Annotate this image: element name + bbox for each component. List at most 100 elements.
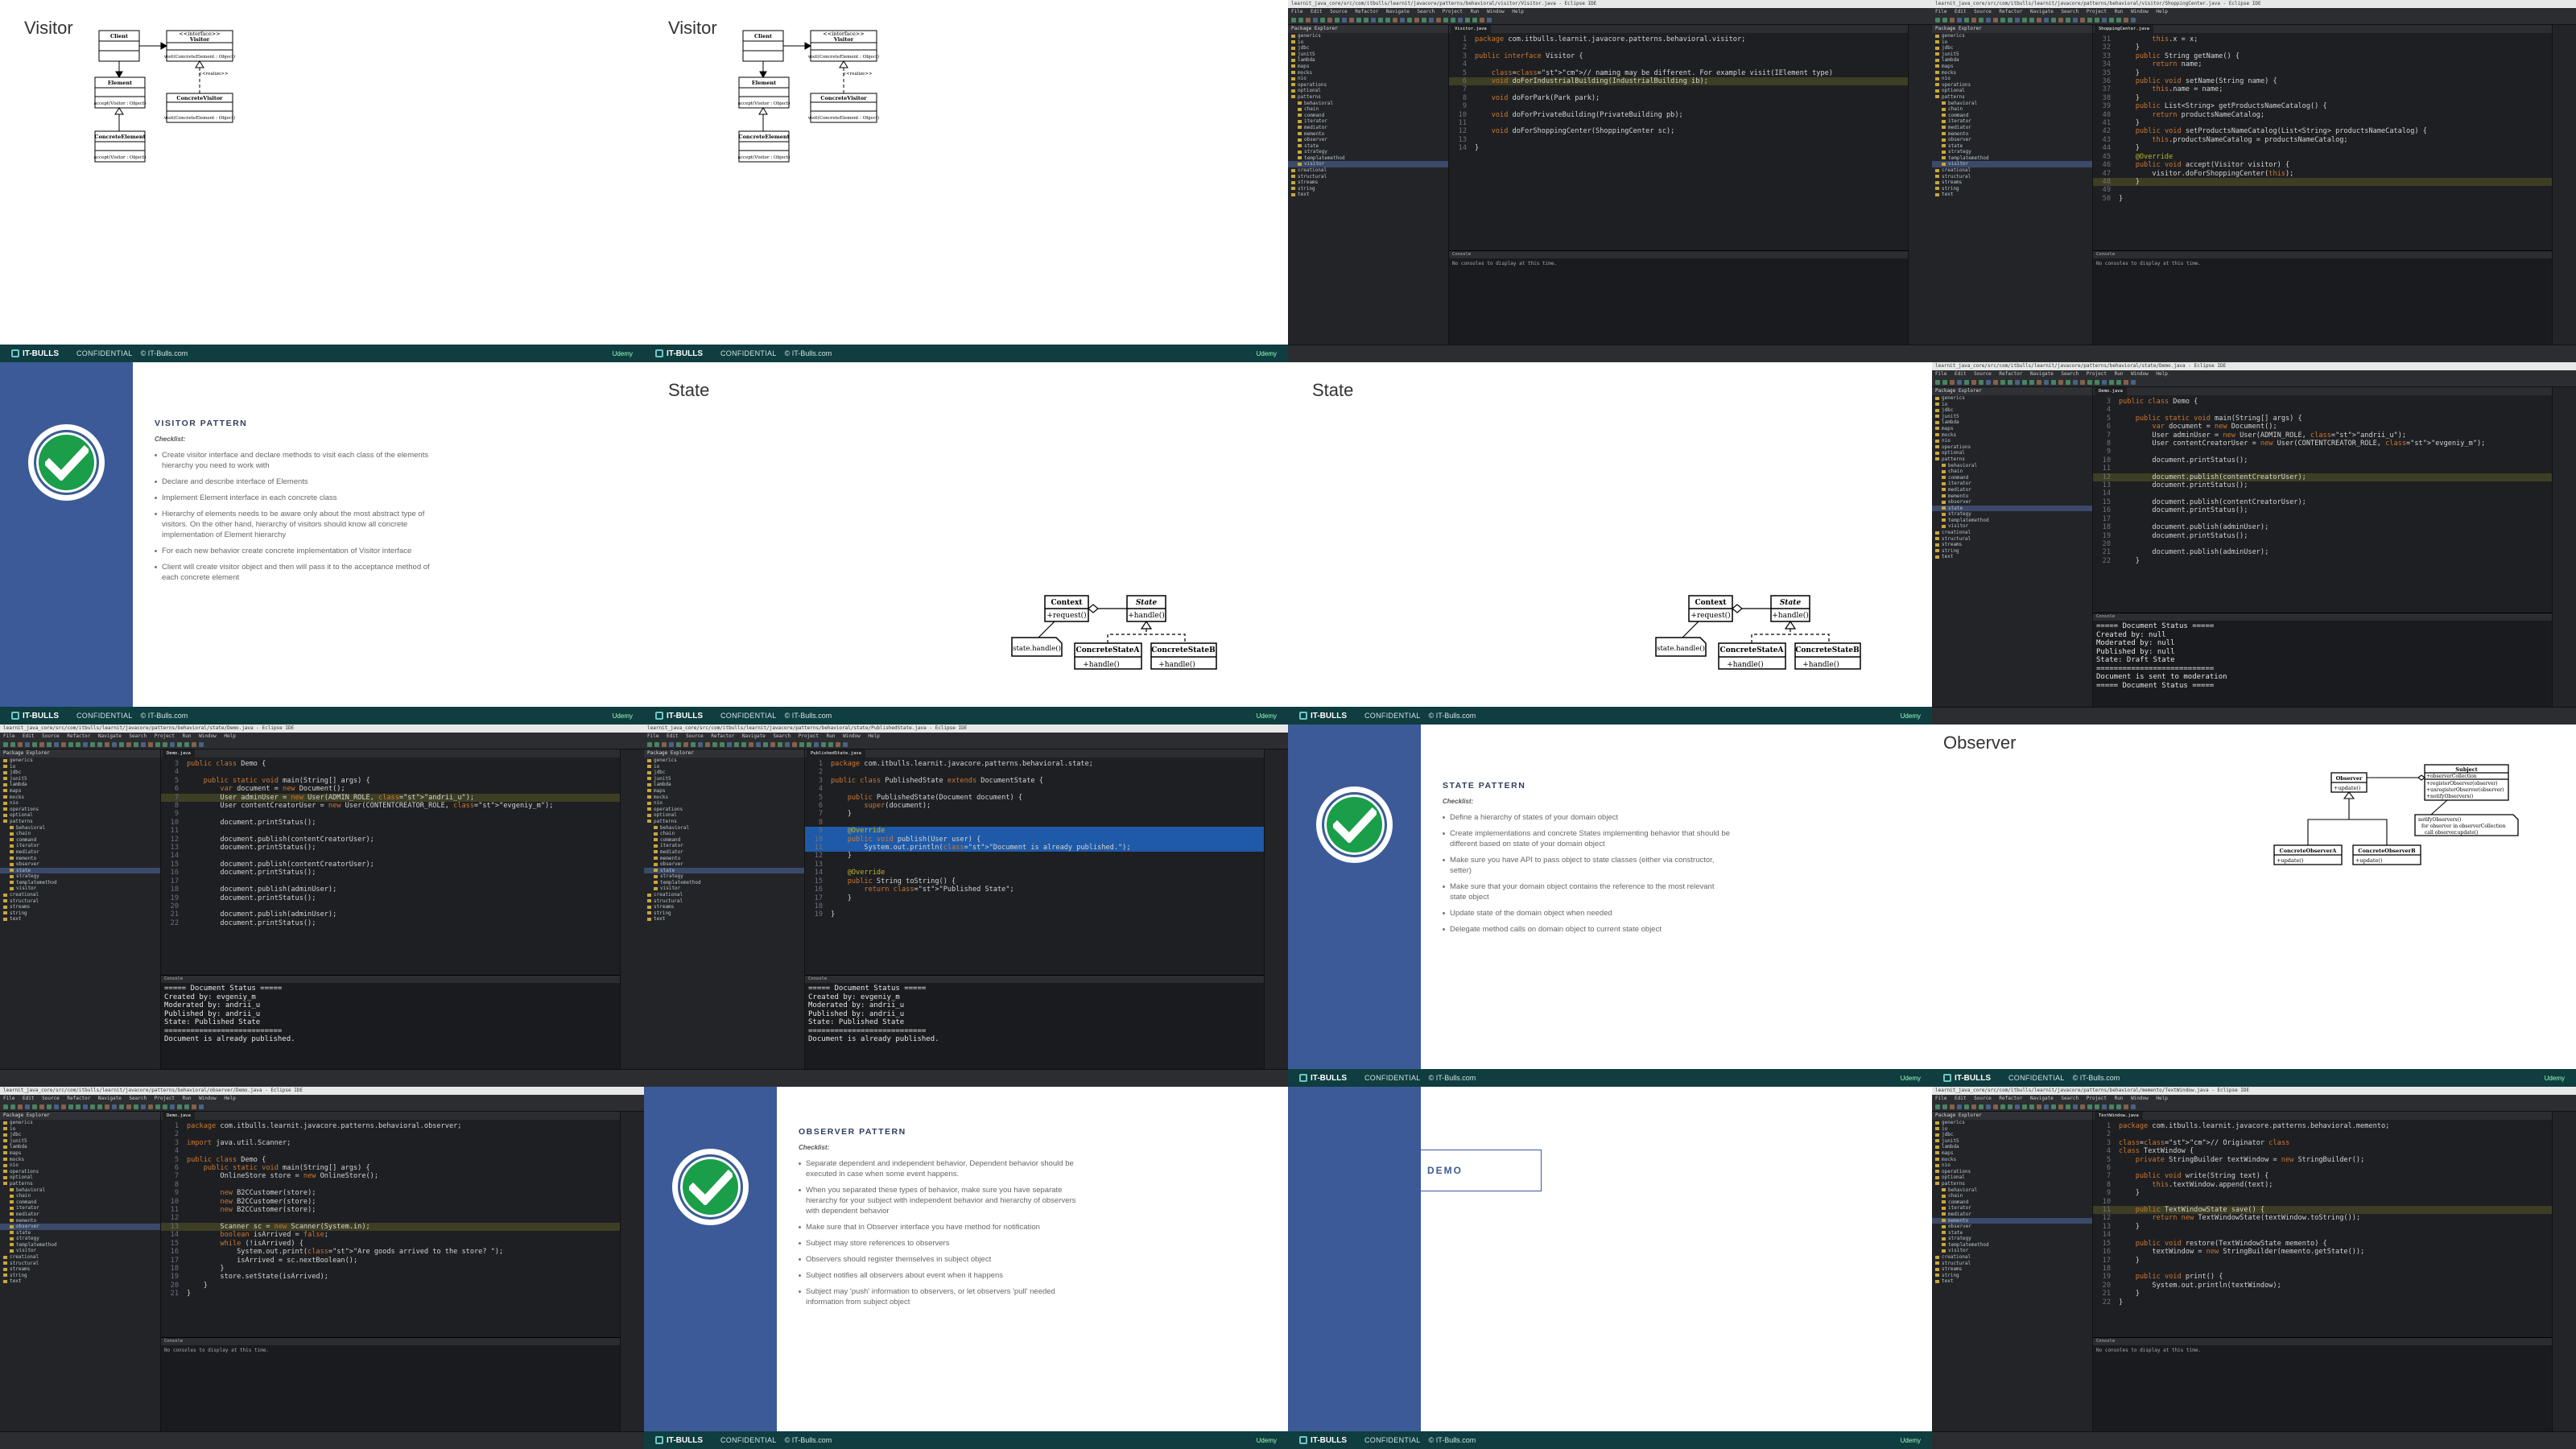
code-line[interactable]: 17 }	[805, 894, 1264, 902]
toolbar-icon[interactable]	[1342, 18, 1347, 23]
toolbar-icon[interactable]	[2051, 1104, 2056, 1109]
tree-item[interactable]: patterns	[1288, 94, 1448, 101]
tree-item[interactable]: mediator	[1932, 487, 2092, 493]
toolbar-icon[interactable]	[54, 1104, 59, 1109]
tree-item[interactable]: string	[0, 910, 160, 917]
toolbar-icon[interactable]	[47, 742, 52, 747]
tree-item[interactable]: patterns	[1932, 94, 2092, 101]
toolbar-icon[interactable]	[807, 742, 811, 747]
code-line[interactable]: 15 public String toString() {	[805, 877, 1264, 886]
toolbar-icon[interactable]	[2073, 1104, 2078, 1109]
tree-item[interactable]: behavioral	[1932, 1187, 2092, 1194]
toolbar-icon[interactable]	[39, 742, 44, 747]
editor-tab[interactable]: Demo.java	[2095, 387, 2127, 395]
code-line[interactable]: 18 document.publish(adminUser);	[161, 886, 620, 894]
toolbar-icon[interactable]	[1487, 18, 1492, 23]
toolbar-icon[interactable]	[1429, 18, 1434, 23]
tree-item[interactable]: generics	[1932, 395, 2092, 402]
tree-item[interactable]: strategy	[1288, 149, 1448, 155]
code-line[interactable]: 11	[161, 827, 620, 835]
toolbar-icon[interactable]	[2015, 18, 2020, 23]
toolbar[interactable]	[1932, 15, 2576, 25]
code-line[interactable]: 9 }	[2093, 1189, 2552, 1197]
toolbar-icon[interactable]	[112, 742, 117, 747]
code-line[interactable]: 13 document.printStatus();	[2093, 481, 2552, 489]
code-line[interactable]: 7 public void write(String text) {	[2093, 1172, 2552, 1180]
tree-item[interactable]: nio	[1932, 438, 2092, 444]
toolbar-icon[interactable]	[2102, 1104, 2107, 1109]
tree-item[interactable]: visitor	[1932, 523, 2092, 530]
code-line[interactable]: 5 private StringBuilder textWindow = new…	[2093, 1156, 2552, 1164]
tree-item[interactable]: generics	[644, 758, 804, 764]
code-line[interactable]: 3 class=class="st">"cm">// Originator cla…	[2093, 1139, 2552, 1147]
tree-item[interactable]: optional	[0, 1174, 160, 1181]
toolbar-icon[interactable]	[683, 742, 688, 747]
menu-bar[interactable]: File Edit Source Refactor Navigate Searc…	[1932, 1095, 2576, 1102]
code-line[interactable]: 14 boolean isArrived = false;	[161, 1231, 620, 1239]
tree-item[interactable]: chain	[1932, 1193, 2092, 1199]
code-line[interactable]: 15 document.publish(contentCreatorUser);	[161, 861, 620, 869]
code-line[interactable]: 5 public PublishedState(Document documen…	[805, 794, 1264, 802]
tree-item[interactable]: streams	[1288, 180, 1448, 186]
toolbar-icon[interactable]	[2080, 1104, 2085, 1109]
editor-tab[interactable]: Visitor.java	[1451, 25, 1491, 33]
console-tab[interactable]: Console	[2096, 1339, 2115, 1344]
tree-item[interactable]: nio	[0, 1162, 160, 1169]
tree-item[interactable]: string	[1288, 186, 1448, 192]
code-line[interactable]: 4	[1449, 60, 1908, 68]
code-line[interactable]: 7	[1449, 85, 1908, 93]
code-line[interactable]: 32 }	[2093, 43, 2552, 52]
tree-item[interactable]: jdbc	[644, 770, 804, 776]
toolbar-icon[interactable]	[2029, 1104, 2034, 1109]
toolbar-icon[interactable]	[2015, 380, 2020, 385]
tree-item[interactable]: jdbc	[1288, 45, 1448, 52]
tree-item[interactable]: streams	[1932, 180, 2092, 186]
toolbar-icon[interactable]	[2058, 18, 2063, 23]
tree-item[interactable]: mocks	[1932, 70, 2092, 76]
tree-item[interactable]: visitor	[0, 886, 160, 892]
code-line[interactable]: 18	[2093, 1265, 2552, 1273]
tree-item[interactable]: jdbc	[1932, 407, 2092, 414]
tree-item[interactable]: operations	[1932, 1169, 2092, 1175]
toolbar-icon[interactable]	[32, 1104, 37, 1109]
tree-item[interactable]: operations	[1932, 82, 2092, 89]
tree-item[interactable]: iterator	[0, 1205, 160, 1212]
code-line[interactable]: 6 super(document);	[805, 802, 1264, 810]
code-line[interactable]: 4	[2093, 406, 2552, 414]
tree-item[interactable]: operations	[0, 807, 160, 813]
tree-item[interactable]: generics	[1932, 33, 2092, 39]
code-line[interactable]: 8	[805, 819, 1264, 827]
toolbar-icon[interactable]	[39, 1104, 44, 1109]
toolbar-icon[interactable]	[3, 1104, 8, 1109]
code-line[interactable]: 2	[1449, 43, 1908, 52]
tree-item[interactable]: junit5	[1288, 52, 1448, 58]
tree-item[interactable]: structural	[0, 898, 160, 905]
code-line[interactable]: 16 textWindow = new StringBuilder(mement…	[2093, 1248, 2552, 1256]
tree-item[interactable]: command	[1932, 1199, 2092, 1206]
toolbar-icon[interactable]	[2044, 380, 2049, 385]
toolbar-icon[interactable]	[2066, 18, 2070, 23]
tree-item[interactable]: mocks	[1932, 432, 2092, 439]
tree-item[interactable]: mediator	[1932, 125, 2092, 131]
code-line[interactable]: 14	[2093, 1231, 2552, 1239]
tree-item[interactable]: state	[1288, 143, 1448, 150]
toolbar-icon[interactable]	[1458, 18, 1463, 23]
toolbar-icon[interactable]	[1950, 18, 1955, 23]
toolbar-icon[interactable]	[1935, 380, 1940, 385]
code-line[interactable]: 4	[161, 768, 620, 776]
tree-item[interactable]: io	[644, 764, 804, 770]
code-line[interactable]: 3 public interface Visitor {	[1449, 52, 1908, 60]
tree-item[interactable]: chain	[1288, 106, 1448, 113]
toolbar-icon[interactable]	[1993, 18, 1998, 23]
toolbar-icon[interactable]	[1364, 18, 1368, 23]
console-tab[interactable]: Console	[164, 976, 183, 981]
code-line[interactable]: 17 isArrived = sc.nextBoolean();	[161, 1257, 620, 1265]
console-tab[interactable]: Console	[164, 1339, 183, 1344]
tree-item[interactable]: optional	[1932, 450, 2092, 456]
toolbar-icon[interactable]	[1942, 18, 1947, 23]
tree-item[interactable]: streams	[0, 904, 160, 910]
toolbar-icon[interactable]	[756, 742, 761, 747]
toolbar-icon[interactable]	[1472, 18, 1477, 23]
toolbar-icon[interactable]	[2037, 1104, 2041, 1109]
toolbar-icon[interactable]	[1993, 380, 1998, 385]
